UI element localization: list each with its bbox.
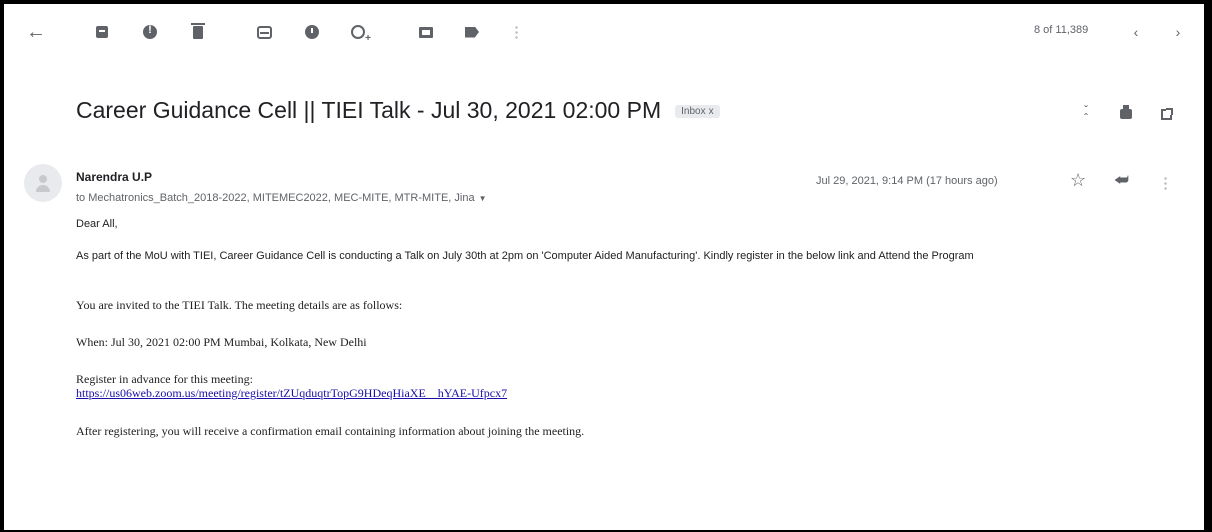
recipients-text: to Mechatronics_Batch_2018-2022, MITEMEC…	[76, 192, 475, 204]
expand-all-button[interactable]: ˇˆ	[1076, 104, 1096, 124]
reply-button[interactable]: ⮨	[1114, 172, 1129, 190]
snooze-button[interactable]	[300, 20, 324, 44]
print-button[interactable]	[1116, 104, 1136, 124]
move-to-button[interactable]	[414, 20, 438, 44]
body-greeting: Dear All,	[76, 218, 118, 230]
expand-icon: ˇˆ	[1084, 103, 1088, 125]
more-actions-button[interactable]	[504, 20, 528, 44]
snooze-icon	[305, 25, 319, 39]
subject-row: Career Guidance Cell || TIEI Talk - Jul …	[76, 92, 720, 128]
message-count: 8 of 11,389	[1034, 24, 1089, 36]
newer-button[interactable]: ›	[1166, 20, 1190, 44]
mark-unread-icon	[256, 25, 272, 39]
email-toolbar: ← 8 of 11,389 ‹ ›	[4, 4, 1204, 60]
archive-icon	[96, 26, 108, 38]
label-icon	[465, 26, 479, 38]
email-view: ← 8 of 11,389 ‹ › Career Guidance Cell |…	[4, 4, 1204, 530]
archive-button[interactable]	[90, 20, 114, 44]
more-vert-icon	[1164, 176, 1167, 191]
reply-icon: ⮨	[1114, 172, 1129, 189]
message-more-button[interactable]	[1164, 176, 1167, 191]
star-button[interactable]: ☆	[1070, 170, 1086, 191]
body-register-label: Register in advance for this meeting:	[76, 372, 253, 386]
older-button[interactable]: ‹	[1124, 20, 1148, 44]
back-button[interactable]: ←	[24, 20, 48, 44]
sender-name[interactable]: Narendra U.P	[76, 170, 152, 184]
mark-unread-button[interactable]	[252, 20, 276, 44]
avatar[interactable]	[24, 164, 62, 202]
star-icon: ☆	[1070, 170, 1087, 190]
remove-label-icon[interactable]: x	[709, 106, 714, 117]
print-icon	[1120, 105, 1132, 119]
open-new-window-button[interactable]	[1156, 104, 1176, 124]
report-spam-icon	[143, 24, 157, 39]
inbox-label-text: Inbox	[681, 106, 706, 117]
move-to-icon	[419, 26, 433, 38]
open-in-new-icon	[1160, 107, 1173, 120]
chevron-right-icon: ›	[1175, 24, 1181, 40]
body-after: After registering, you will receive a co…	[76, 424, 585, 438]
register-link[interactable]: https://us06web.zoom.us/meeting/register…	[76, 386, 507, 401]
body-invite: You are invited to the TIEI Talk. The me…	[76, 298, 403, 312]
add-task-button[interactable]	[346, 20, 371, 44]
report-spam-button[interactable]	[138, 20, 162, 44]
caret-down-icon[interactable]: ▼	[479, 194, 487, 203]
back-arrow-icon: ←	[26, 20, 46, 43]
more-vert-icon	[514, 24, 518, 40]
delete-button[interactable]	[186, 20, 210, 44]
labels-button[interactable]	[460, 20, 484, 44]
add-task-icon	[351, 25, 371, 44]
email-date: Jul 29, 2021, 9:14 PM (17 hours ago)	[816, 175, 998, 187]
inbox-label-chip[interactable]: Inbox x	[675, 105, 720, 118]
body-when: When: Jul 30, 2021 02:00 PM Mumbai, Kolk…	[76, 335, 367, 349]
chevron-left-icon: ‹	[1133, 24, 1139, 40]
person-icon-body	[36, 184, 50, 192]
person-icon	[39, 174, 47, 183]
recipients-line[interactable]: to Mechatronics_Batch_2018-2022, MITEMEC…	[76, 192, 487, 204]
delete-icon	[191, 22, 205, 39]
email-subject: Career Guidance Cell || TIEI Talk - Jul …	[76, 96, 662, 123]
body-paragraph: As part of the MoU with TIEI, Career Gui…	[76, 250, 974, 262]
